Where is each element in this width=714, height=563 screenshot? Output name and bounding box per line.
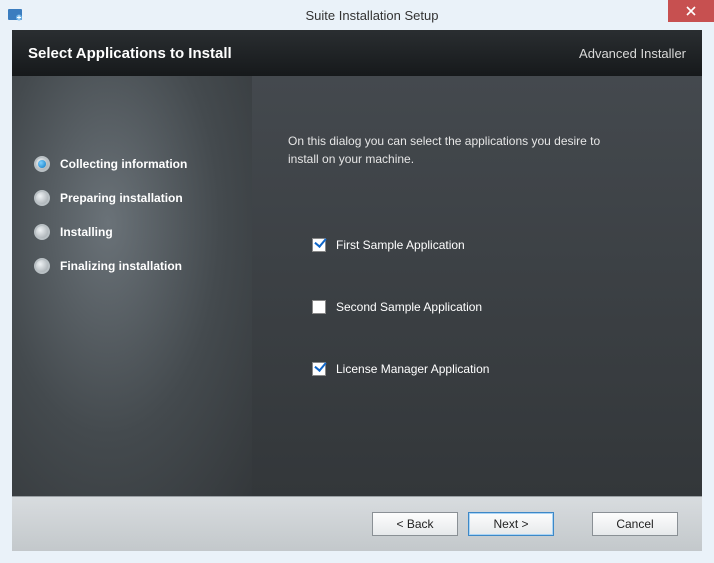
page-title: Select Applications to Install: [28, 45, 232, 62]
step-label: Preparing installation: [60, 191, 183, 205]
cancel-button[interactable]: Cancel: [592, 512, 678, 536]
panel: On this dialog you can select the applic…: [252, 76, 702, 496]
checkbox-icon: [312, 300, 326, 314]
radio-icon: [34, 156, 50, 172]
step-finalizing: Finalizing installation: [34, 258, 252, 274]
window-title: Suite Installation Setup: [30, 8, 714, 23]
sidebar: Collecting information Preparing install…: [12, 76, 252, 496]
radio-icon: [34, 190, 50, 206]
close-icon: [686, 6, 696, 16]
step-label: Installing: [60, 225, 113, 239]
header: Select Applications to Install Advanced …: [12, 30, 702, 76]
main: Collecting information Preparing install…: [12, 76, 702, 496]
radio-icon: [34, 258, 50, 274]
app-second-sample[interactable]: Second Sample Application: [312, 300, 666, 314]
instruction-text: On this dialog you can select the applic…: [288, 132, 608, 168]
app-first-sample[interactable]: First Sample Application: [312, 238, 666, 252]
step-label: Finalizing installation: [60, 259, 182, 273]
step-preparing: Preparing installation: [34, 190, 252, 206]
app-label: Second Sample Application: [336, 300, 482, 314]
close-button[interactable]: [668, 0, 714, 22]
step-installing: Installing: [34, 224, 252, 240]
footer: < Back Next > Cancel: [12, 496, 702, 551]
titlebar: Suite Installation Setup: [0, 0, 714, 30]
app-license-manager[interactable]: License Manager Application: [312, 362, 666, 376]
checkbox-icon: [312, 238, 326, 252]
step-collecting: Collecting information: [34, 156, 252, 172]
checkbox-icon: [312, 362, 326, 376]
step-label: Collecting information: [60, 157, 187, 171]
app-icon: [8, 7, 24, 23]
app-label: First Sample Application: [336, 238, 465, 252]
back-button[interactable]: < Back: [372, 512, 458, 536]
next-button[interactable]: Next >: [468, 512, 554, 536]
radio-icon: [34, 224, 50, 240]
app-label: License Manager Application: [336, 362, 489, 376]
brand-label: Advanced Installer: [579, 46, 686, 61]
content-wrap: Select Applications to Install Advanced …: [0, 30, 714, 563]
